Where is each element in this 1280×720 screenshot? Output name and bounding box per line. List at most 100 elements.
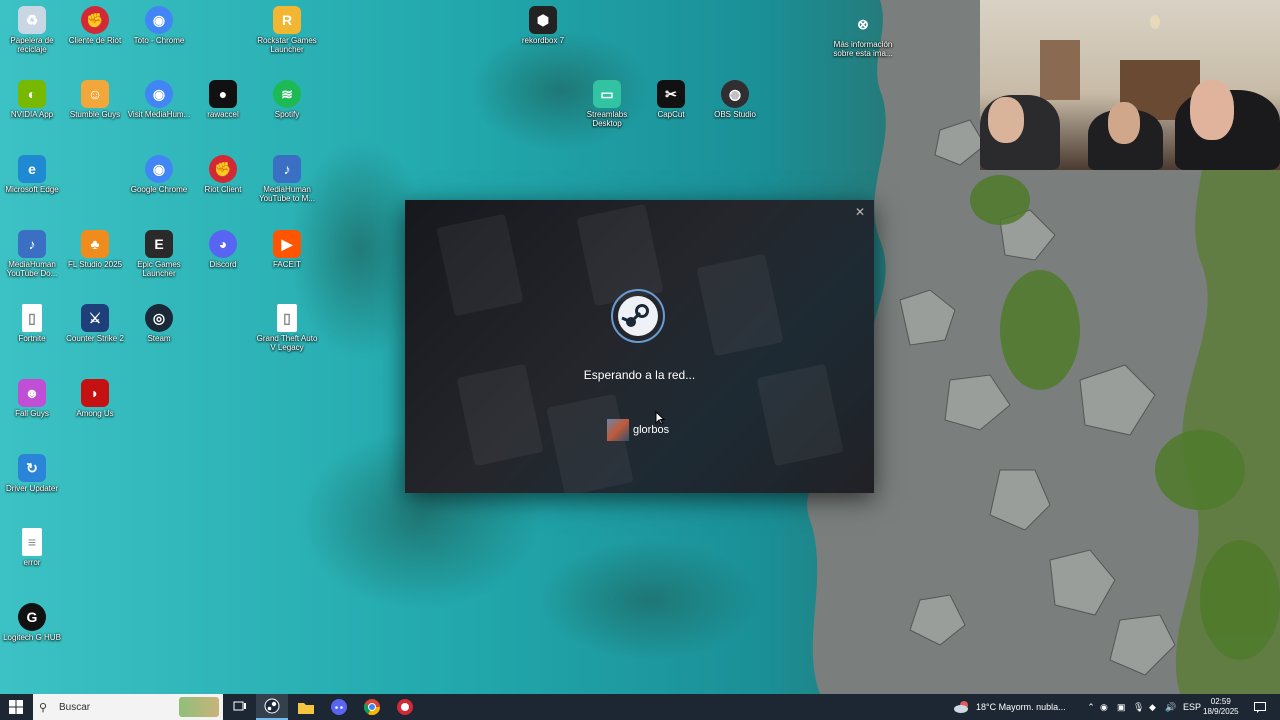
clock[interactable]: 02:59 18/9/2025 [1203,694,1239,720]
language-indicator[interactable]: ESP [1183,694,1201,720]
taskbar: ⚲ Buscar 18°C Mayorm. nubla... ⌃ ◉ ▣ 🎙 ◆… [0,694,1280,720]
desktop-icon[interactable]: ≡ error [0,526,64,567]
desktop-icon-label: Streamlabs Desktop [586,110,628,128]
desktop-icon[interactable]: ◐ NVIDIA App [0,78,64,119]
weather-widget[interactable]: 18°C Mayorm. nubla... [954,694,1066,720]
notification-center-button[interactable] [1250,694,1270,720]
desktop-icon-label: FL Studio 2025 [68,260,122,269]
desktop-icon[interactable]: ↻ Driver Updater [0,452,64,493]
riot-client-icon [397,699,413,715]
search-icon: ⚲ [39,701,48,714]
desktop-icon[interactable]: ✊ Riot Client [191,153,255,194]
desktop-icon[interactable]: ● rawaccel [191,78,255,119]
desktop-icon-label: Más información sobre esta ima... [833,40,893,58]
logitech-icon: G [18,603,46,631]
steam-login-dialog: ✕ Esperando a la red... glorbos [405,200,874,493]
chrome-icon: ◉ [145,6,173,34]
desktop-icon-label: Grand Theft Auto V Legacy [256,334,318,352]
speaker-icon: 🔊 [1165,701,1177,712]
desktop-icon[interactable]: ✂ CapCut [639,78,703,119]
desktop-icon[interactable]: E Epic Games Launcher [127,228,191,278]
desktop-icon-label: rawaccel [207,110,239,119]
among-us-icon: ◗ [81,379,109,407]
desktop-icon[interactable]: ♪ MediaHuman YouTube to M... [255,153,319,203]
network-button[interactable]: ◆ [1149,694,1156,720]
search-input[interactable]: ⚲ Buscar [33,694,223,720]
desktop-icon[interactable]: ⚔ Counter Strike 2 [63,302,127,343]
desktop-icon-label: Stumble Guys [69,110,121,119]
desktop-icon[interactable]: ⬢ rekordbox 7 [511,4,575,45]
show-hidden-icons-button[interactable]: ⌃ [1085,694,1097,720]
desktop-icon[interactable]: ♣ FL Studio 2025 [63,228,127,269]
search-highlight-image [179,697,219,717]
taskbar-chrome-button[interactable] [356,694,388,720]
taskbar-file-explorer-button[interactable] [290,694,322,720]
streamlabs-icon: ▭ [593,80,621,108]
text-file-icon: ≡ [22,528,42,556]
task-view-button[interactable] [224,694,256,720]
desktop-icon[interactable]: ⊗ Más información sobre esta ima... [831,8,895,59]
desktop-icon-label: Google Chrome [130,185,188,194]
desktop-icon-label: MediaHuman YouTube to M... [259,185,315,203]
background-tile [576,203,664,307]
desktop-icon[interactable]: ▶ FACEIT [255,228,319,269]
start-button[interactable] [0,694,32,720]
chevron-up-icon: ⌃ [1087,701,1095,712]
desktop-icon[interactable]: ◎ Steam [127,302,191,343]
rekordbox-icon: ⬢ [529,6,557,34]
desktop-icon[interactable]: ◍ OBS Studio [703,78,767,119]
desktop-icon[interactable]: G Logitech G HUB [0,601,64,642]
rockstar-icon: R [273,6,301,34]
desktop-icon-label: Spotify [274,110,300,119]
discord-icon [331,699,347,715]
face [988,97,1024,143]
microphone-icon: 🎙 [1133,701,1145,712]
fall-guys-icon: ☻ [18,379,46,407]
desktop-icon-label: Among Us [76,409,114,418]
riot-client-icon: ✊ [209,155,237,183]
close-button[interactable]: ✕ [852,204,868,220]
tray-app-icon[interactable]: ▣ [1117,694,1126,720]
desktop-icon[interactable]: ◗ Among Us [63,377,127,418]
desktop-icon[interactable]: ▯ Fortnite [0,302,64,343]
windows-logo-icon [9,700,23,714]
rawaccel-icon: ● [209,80,237,108]
desktop-icon[interactable]: R Rockstar Games Launcher [255,4,319,54]
desktop-icon[interactable]: ♪ MediaHuman YouTube Do... [0,228,64,278]
epic-games-icon: E [145,230,173,258]
cs2-icon: ⚔ [81,304,109,332]
taskbar-steam-button[interactable] [256,694,288,720]
desktop-icon[interactable]: ☻ Fall Guys [0,377,64,418]
desktop-icon[interactable]: ≋ Spotify [255,78,319,119]
desktop-icon-label: Toto - Chrome [133,36,185,45]
desktop-icon-label: Fall Guys [15,409,49,418]
webcam-overlay [980,0,1280,170]
desktop-icon[interactable]: ♻ Papelera de reciclaje [0,4,64,54]
task-view-icon [233,701,246,711]
desktop-icon-label: MediaHuman YouTube Do... [6,260,58,278]
clock-time: 02:59 [1210,697,1231,706]
microphone-button[interactable]: 🎙 [1133,694,1144,720]
discord-icon: ◕ [209,230,237,258]
desktop-icon[interactable]: ◉ Toto - Chrome [127,4,191,45]
edge-icon: e [18,155,46,183]
fl-studio-icon: ♣ [81,230,109,258]
tray-app-icon[interactable]: ◉ [1100,694,1108,720]
riot-client-icon: ✊ [81,6,109,34]
desktop-icon[interactable]: ▯ Grand Theft Auto V Legacy [255,302,319,352]
desktop-icon[interactable]: ◉ Google Chrome [127,153,191,194]
taskbar-riot-button[interactable] [389,694,421,720]
desktop-icon[interactable]: ◉ Visit MediaHum... [127,78,191,119]
volume-button[interactable]: 🔊 [1165,694,1176,720]
desktop-icon[interactable]: ☺ Stumble Guys [63,78,127,119]
capcut-icon: ✂ [657,80,685,108]
desktop-icon[interactable]: ◕ Discord [191,228,255,269]
desktop-icon[interactable]: ✊ Cliente de Riot [63,4,127,45]
faceit-icon: ▶ [273,230,301,258]
spotify-icon: ≋ [273,80,301,108]
desktop-icon-label: NVIDIA App [10,110,54,119]
mouse-cursor-icon [655,411,665,425]
taskbar-discord-button[interactable] [323,694,355,720]
desktop-icon[interactable]: e Microsoft Edge [0,153,64,194]
desktop-icon[interactable]: ▭ Streamlabs Desktop [575,78,639,128]
